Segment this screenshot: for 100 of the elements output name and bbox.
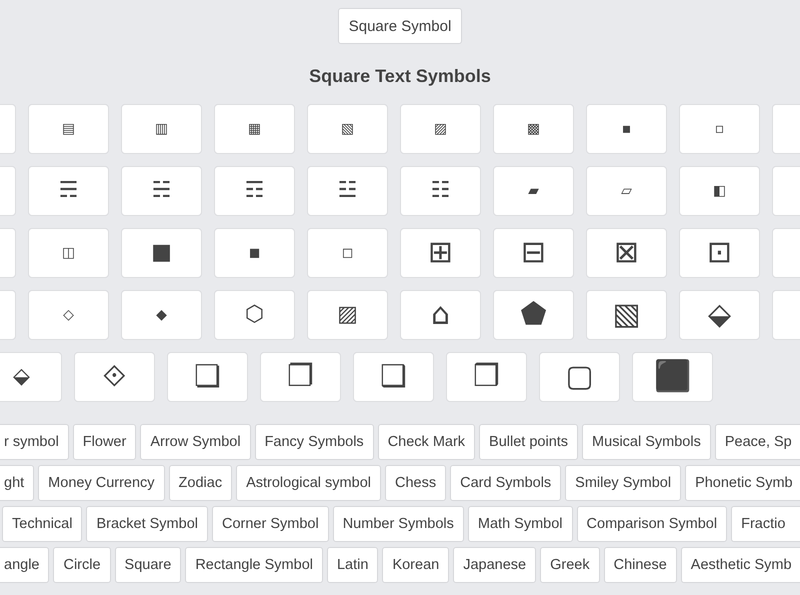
category-tag[interactable]: Number Symbols [332,506,464,542]
symbol-glyph: ▥ [154,122,168,136]
category-tag[interactable]: Math Symbol [468,506,573,542]
symbol-card[interactable]: ◆ [121,290,202,340]
symbol-glyph: ⊡ [706,238,732,268]
symbol-card[interactable]: ◼ [214,228,295,278]
category-tag[interactable]: Check Mark [378,424,476,460]
symbol-glyph: ▪ [622,122,632,136]
symbol-card[interactable]: ▰ [493,166,574,216]
symbol-card[interactable]: ⬡ [214,290,295,340]
category-tag[interactable]: Phonetic Symb [685,465,800,501]
category-tag[interactable]: Bracket Symbol [86,506,208,542]
category-tag[interactable]: Card Symbols [450,465,562,501]
symbol-card[interactable]: ▨ [307,290,388,340]
category-tag[interactable]: Bullet points [479,424,578,460]
symbol-card[interactable]: ⊡ [679,228,760,278]
symbol-card[interactable]: ☷ [400,166,481,216]
symbol-card[interactable]: ▦ [214,104,295,154]
category-tag[interactable]: Greek [540,547,600,583]
category-tag[interactable]: Money Currency [38,465,165,501]
symbol-card[interactable]: ⬟ [493,290,574,340]
category-tag[interactable]: Smiley Symbol [565,465,682,501]
category-tag[interactable]: Fractio [731,506,800,542]
symbol-glyph: ◇ [63,308,74,322]
category-tag[interactable]: Korean [382,547,450,583]
symbol-card[interactable]: ◻ [307,228,388,278]
category-tag[interactable]: Musical Symbols [582,424,711,460]
symbol-card[interactable]: ▢ [539,352,620,402]
symbol-card[interactable]: ▤ [28,104,109,154]
symbol-glyph: ◫ [62,246,76,260]
symbol-card[interactable]: ▩ [493,104,574,154]
symbol-card[interactable]: ▧ [307,104,388,154]
symbol-glyph: ❑ [380,362,407,392]
symbol-glyph: ▫ [714,122,724,136]
category-tag[interactable]: Latin [326,547,378,583]
category-tag[interactable]: Circle [53,547,111,583]
category-tag[interactable]: Chinese [604,547,677,583]
symbol-glyph: ⊟ [520,238,546,268]
category-tag[interactable]: Astrological symbol [236,465,381,501]
symbol-card[interactable]: ⬛ [632,352,713,402]
symbol-glyph: ☳ [338,180,358,202]
symbol-card[interactable]: ■ [121,228,202,278]
symbol-card[interactable]: ☳ [307,166,388,216]
square-symbol-button[interactable]: Square Symbol [338,8,462,44]
symbol-card[interactable]: ◧ [679,166,760,216]
category-tag[interactable]: Flower [72,424,136,460]
symbol-card[interactable]: ◇ [28,290,109,340]
symbol-card[interactable]: ⬙ [0,352,62,402]
symbol-card[interactable]: ☴ [28,166,109,216]
symbol-glyph: ▧ [612,300,641,330]
symbol-glyph: ▦ [248,122,262,136]
symbol-card[interactable]: ⊞ [400,228,481,278]
category-tag[interactable]: Aesthetic Symb [680,547,800,583]
symbol-glyph: ☶ [244,180,264,202]
category-tag[interactable]: Technical [2,506,82,542]
symbol-card[interactable]: ☶ [214,166,295,216]
category-tag[interactable]: Arrow Symbol [140,424,251,460]
symbol-card[interactable]: ⟐ [74,352,155,402]
category-tag[interactable]: Peace, Sp [714,424,800,460]
symbol-card[interactable]: ◫ [28,228,109,278]
symbol-glyph: ❒ [473,362,500,392]
symbol-card[interactable]: ⬙ [679,290,760,340]
symbol-card[interactable]: ❒ [446,352,527,402]
category-tag[interactable]: Fancy Symbols [254,424,374,460]
symbol-glyph: ▤ [62,122,76,136]
symbol-glyph: ▧ [340,122,354,136]
category-tag[interactable]: Square [114,547,182,583]
symbol-card[interactable]: ❐ [260,352,341,402]
symbol-card[interactable]: ▱ [586,166,667,216]
symbol-card[interactable]: ▧ [586,290,667,340]
symbol-card[interactable]: ❑ [353,352,434,402]
symbol-card[interactable]: ❏ [167,352,248,402]
symbol-glyph: ⬙ [708,300,732,330]
symbol-glyph: ◼ [248,246,260,260]
symbol-glyph: ☵ [152,180,172,202]
symbol-glyph: ▱ [621,184,632,198]
symbol-glyph: ☴ [58,180,78,202]
symbol-glyph: ■ [151,242,172,264]
category-tag[interactable]: r symbol [0,424,69,460]
category-tag[interactable]: ght [0,465,34,501]
category-tag[interactable]: Corner Symbol [212,506,329,542]
category-tag[interactable]: Japanese [453,547,536,583]
symbol-glyph: ⊞ [428,238,454,268]
symbol-card[interactable]: ▨ [400,104,481,154]
symbol-glyph: ⬡ [244,304,264,326]
category-tag[interactable]: angle [0,547,50,583]
category-tag[interactable]: Rectangle Symbol [185,547,323,583]
category-tag[interactable]: Zodiac [168,465,232,501]
symbol-card[interactable]: ⌂ [400,290,481,340]
symbol-glyph: ▩ [526,122,540,136]
symbol-glyph: ⟐ [102,362,126,392]
symbol-card[interactable]: ▫ [679,104,760,154]
symbol-card[interactable]: ▪ [586,104,667,154]
category-tag[interactable]: Chess [385,465,446,501]
symbol-card[interactable]: ⊟ [493,228,574,278]
category-tag[interactable]: Comparison Symbol [576,506,728,542]
symbol-glyph: ◧ [712,184,726,198]
symbol-card[interactable]: ⊠ [586,228,667,278]
symbol-card[interactable]: ▥ [121,104,202,154]
symbol-card[interactable]: ☵ [121,166,202,216]
